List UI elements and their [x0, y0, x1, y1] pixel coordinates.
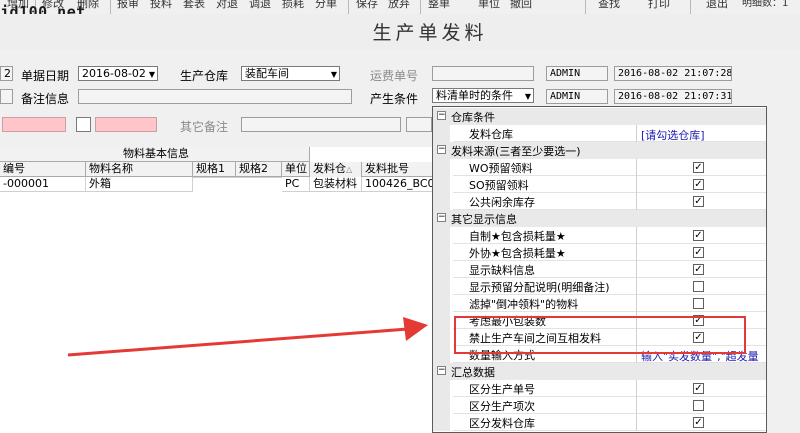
- panel-label: 仓库条件: [451, 111, 495, 124]
- panel-value[interactable]: ✓: [636, 414, 766, 431]
- panel-gutter: [433, 295, 450, 312]
- panel-row-by-order-no[interactable]: 区分生产单号 ✓: [433, 380, 766, 397]
- panel-row-outsource-loss[interactable]: 外协★包含损耗量★ ✓: [433, 244, 766, 261]
- panel-gutter: [433, 346, 450, 363]
- panel-gutter: [433, 193, 450, 210]
- panel-value[interactable]: ✓: [636, 176, 766, 193]
- checkbox-checked[interactable]: ✓: [693, 247, 704, 258]
- panel-value-text: [请勾选仓库]: [641, 129, 705, 142]
- panel-category-issue-source[interactable]: − 发料来源(三者至少要选一): [433, 142, 766, 159]
- panel-label: 发料来源(三者至少要选一): [451, 145, 581, 158]
- panel-value[interactable]: ✓: [636, 193, 766, 210]
- highlight-box: [454, 316, 746, 354]
- panel-row-show-reserve-note[interactable]: 显示预留分配说明(明细备注): [433, 278, 766, 295]
- panel-value[interactable]: ✓: [636, 380, 766, 397]
- panel-row-filter-backflush[interactable]: 滤掉"倒冲领料"的物料: [433, 295, 766, 312]
- checkbox-checked[interactable]: ✓: [693, 162, 704, 173]
- checkbox-checked[interactable]: ✓: [693, 196, 704, 207]
- panel-category-warehouse-conditions[interactable]: − 仓库条件: [433, 108, 766, 125]
- panel-value[interactable]: ✓: [636, 227, 766, 244]
- panel-row-show-shortage[interactable]: 显示缺料信息 ✓: [433, 261, 766, 278]
- panel-label: 公共闲余库存: [469, 196, 535, 209]
- panel-gutter: [433, 244, 450, 261]
- panel-label: 滤掉"倒冲领料"的物料: [469, 298, 579, 311]
- panel-label: 外协★包含损耗量★: [469, 247, 566, 260]
- panel-value[interactable]: [636, 295, 766, 312]
- checkbox-unchecked[interactable]: [693, 400, 704, 411]
- panel-label: 区分生产项次: [469, 400, 535, 413]
- panel-label: SO预留领料: [469, 179, 529, 192]
- panel-value[interactable]: [636, 278, 766, 295]
- panel-row-public-idle-stock[interactable]: 公共闲余库存 ✓: [433, 193, 766, 210]
- panel-gutter: [433, 329, 450, 346]
- panel-row-self-made-loss[interactable]: 自制★包含损耗量★ ✓: [433, 227, 766, 244]
- panel-label: 显示缺料信息: [469, 264, 535, 277]
- panel-label: 汇总数据: [451, 366, 495, 379]
- checkbox-unchecked[interactable]: [693, 298, 704, 309]
- panel-label: 其它显示信息: [451, 213, 517, 226]
- checkbox-checked[interactable]: ✓: [693, 230, 704, 241]
- panel-label: 发料仓库: [469, 128, 513, 141]
- panel-row-so-reserved[interactable]: SO预留领料 ✓: [433, 176, 766, 193]
- checkbox-checked[interactable]: ✓: [693, 383, 704, 394]
- panel-gutter: [433, 414, 450, 431]
- panel-category-summary-data[interactable]: − 汇总数据: [433, 363, 766, 380]
- panel-value[interactable]: [请勾选仓库]: [636, 125, 766, 142]
- panel-gutter: [433, 176, 450, 193]
- collapse-icon[interactable]: −: [437, 366, 446, 375]
- panel-gutter: [433, 380, 450, 397]
- checkbox-unchecked[interactable]: [693, 281, 704, 292]
- checkbox-checked[interactable]: ✓: [693, 264, 704, 275]
- collapse-icon[interactable]: −: [437, 145, 446, 154]
- panel-row-by-order-item[interactable]: 区分生产项次: [433, 397, 766, 414]
- panel-gutter: [433, 312, 450, 329]
- panel-gutter: [433, 125, 450, 142]
- panel-gutter: [433, 227, 450, 244]
- panel-label: 区分生产单号: [469, 383, 535, 396]
- panel-gutter: [433, 397, 450, 414]
- panel-label: 自制★包含损耗量★: [469, 230, 566, 243]
- collapse-icon[interactable]: −: [437, 213, 446, 222]
- panel-label: 显示预留分配说明(明细备注): [469, 281, 610, 294]
- panel-value[interactable]: ✓: [636, 244, 766, 261]
- panel-category-other-display[interactable]: − 其它显示信息: [433, 210, 766, 227]
- collapse-icon[interactable]: −: [437, 111, 446, 120]
- checkbox-checked[interactable]: ✓: [693, 179, 704, 190]
- panel-label: 区分发料仓库: [469, 417, 535, 430]
- panel-value[interactable]: ✓: [636, 159, 766, 176]
- panel-row-issue-warehouse[interactable]: 发料仓库 [请勾选仓库]: [433, 125, 766, 142]
- panel-row-by-issue-warehouse[interactable]: 区分发料仓库 ✓: [433, 414, 766, 431]
- panel-gutter: [433, 278, 450, 295]
- condition-panel: − 仓库条件 发料仓库 [请勾选仓库] − 发料来源(三者至少要选一) WO预留领料 ✓ SO预…: [432, 106, 767, 433]
- panel-row-wo-reserved[interactable]: WO预留领料 ✓: [433, 159, 766, 176]
- checkbox-checked[interactable]: ✓: [693, 417, 704, 428]
- panel-label: WO预留领料: [469, 162, 533, 175]
- panel-value[interactable]: [636, 397, 766, 414]
- panel-gutter: [433, 261, 450, 278]
- panel-gutter: [433, 159, 450, 176]
- panel-value[interactable]: ✓: [636, 261, 766, 278]
